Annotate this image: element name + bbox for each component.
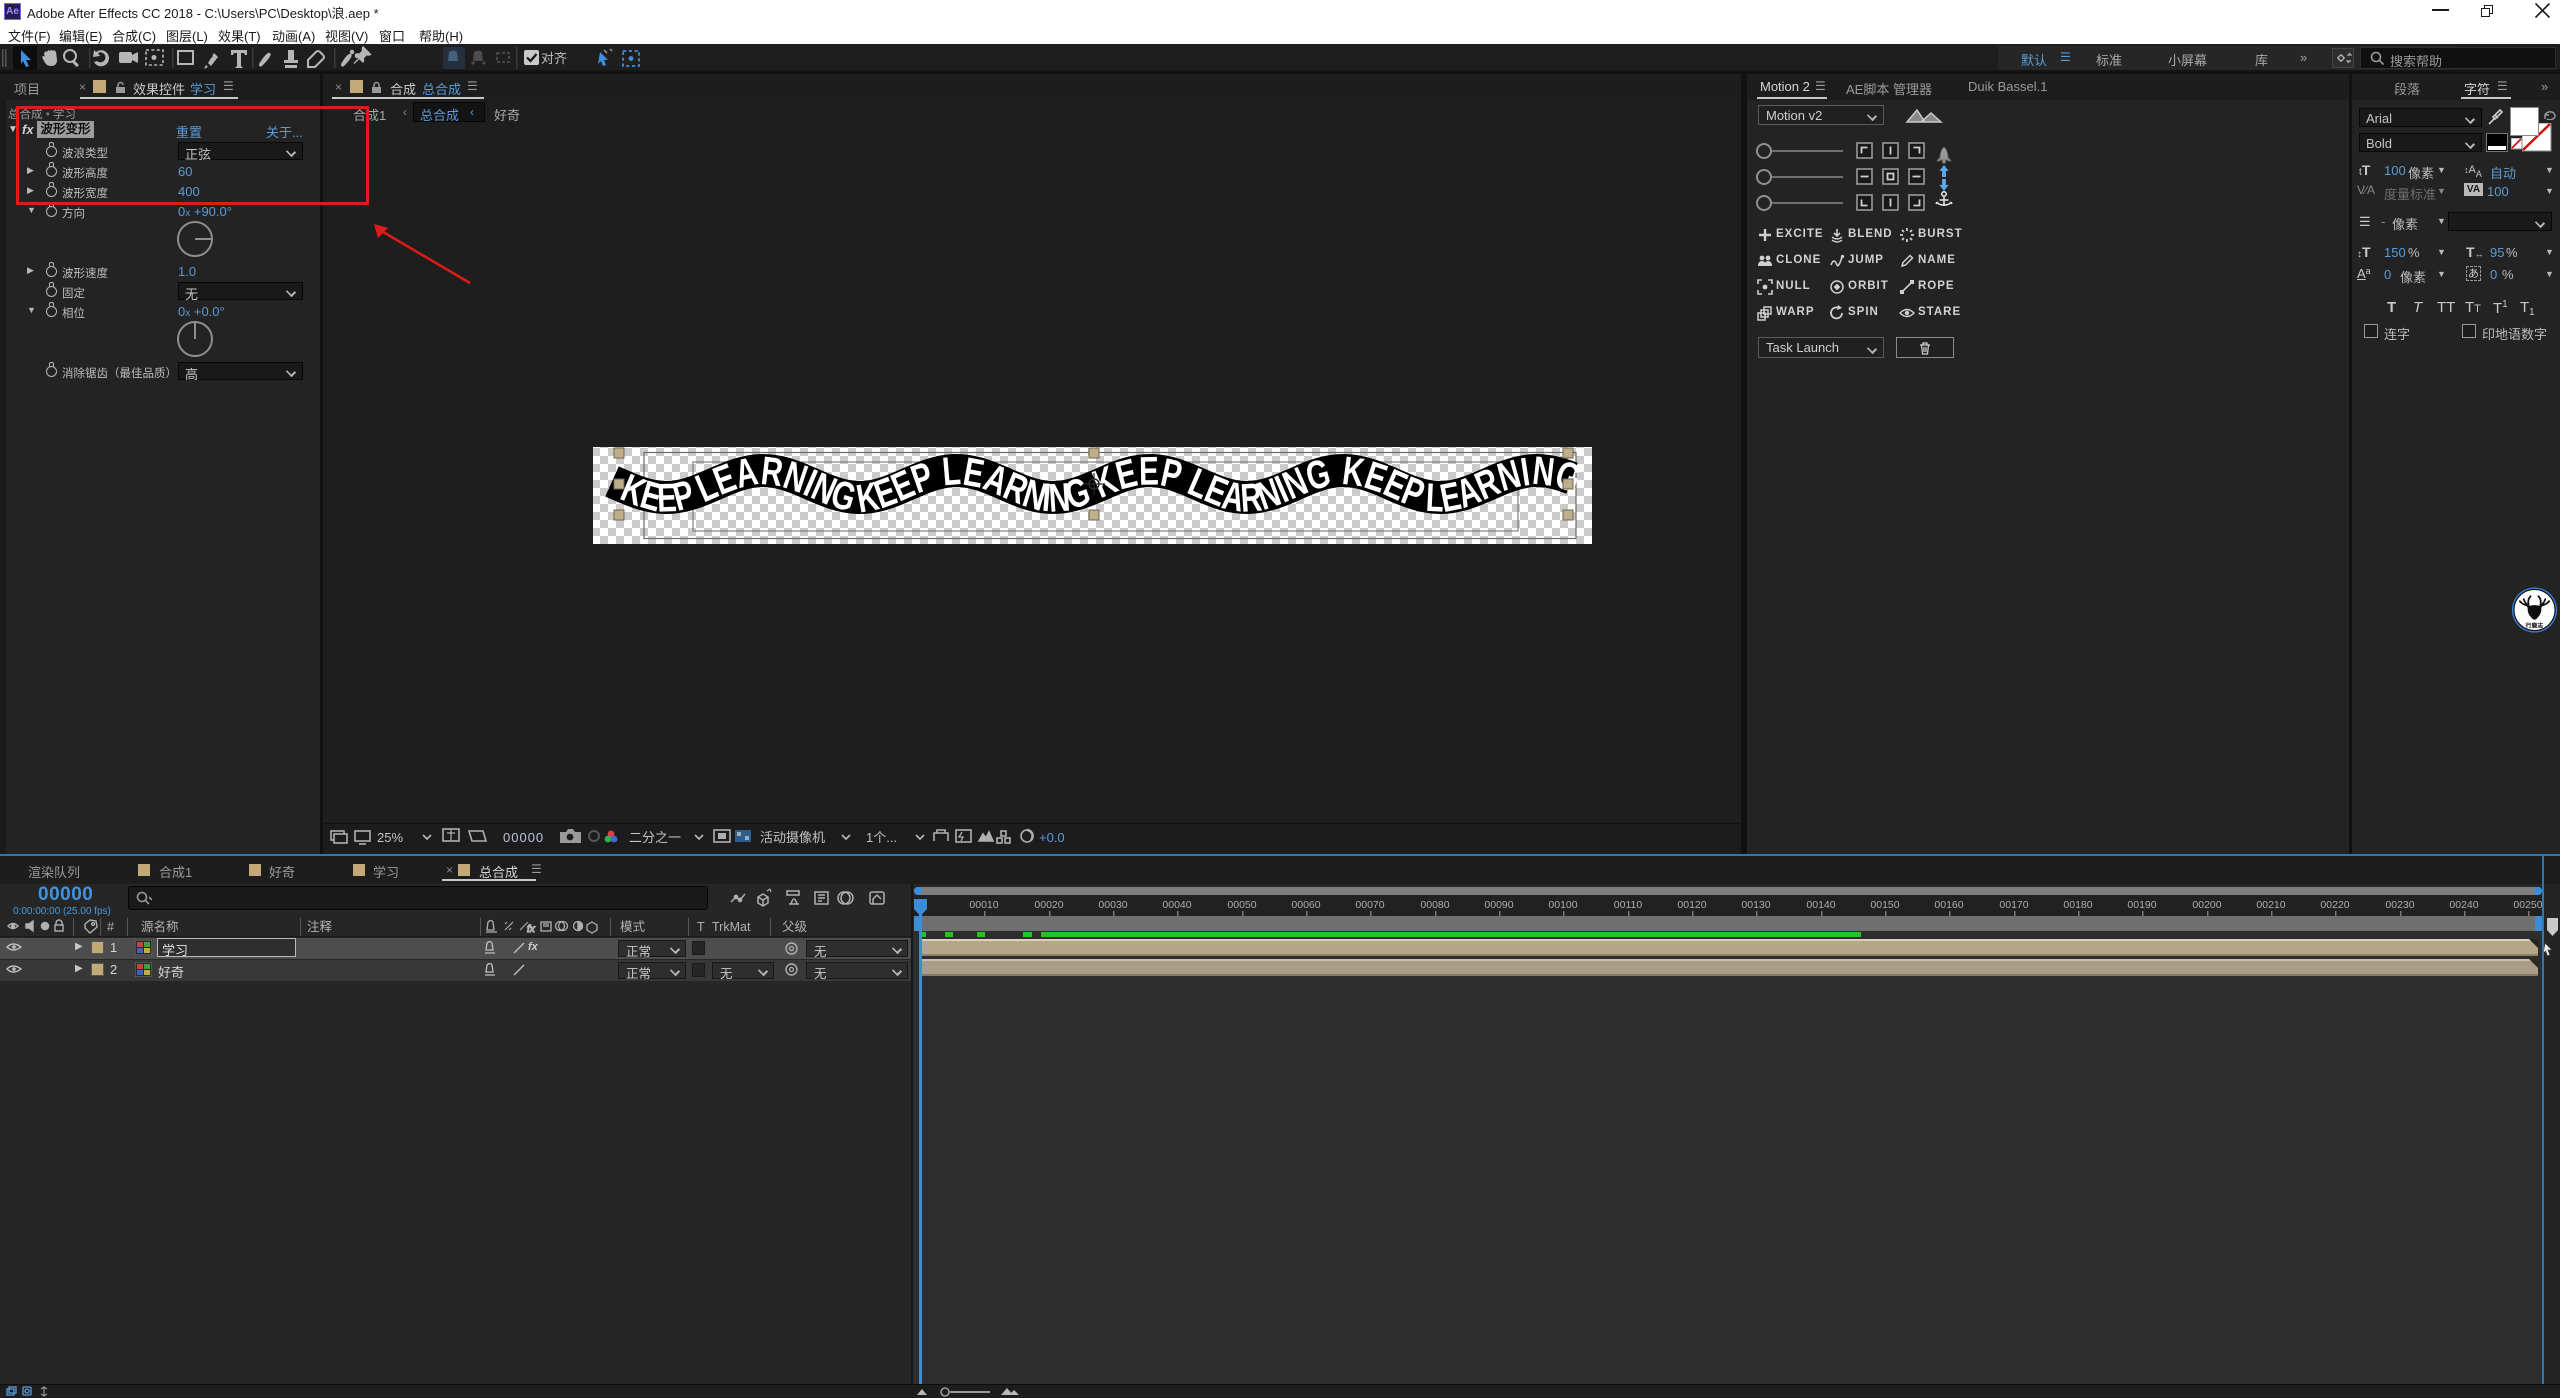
svg-text:1个...: 1个... [866,830,897,845]
svg-text:fx: fx [527,924,536,935]
svg-text:T: T [697,920,705,934]
svg-text:00040: 00040 [1162,899,1191,911]
svg-text:00110: 00110 [1614,899,1643,911]
svg-text:父级: 父级 [782,920,808,934]
svg-text:00150: 00150 [1870,899,1899,911]
svg-text:00240: 00240 [2449,899,2478,911]
svg-text:00100: 00100 [1548,899,1577,911]
svg-text:00020: 00020 [1034,899,1063,911]
svg-text:00120: 00120 [1677,899,1706,911]
svg-text:00000: 00000 [503,830,544,845]
svg-text:00140: 00140 [1806,899,1835,911]
svg-text:00190: 00190 [2127,899,2156,911]
svg-text:00060: 00060 [1291,899,1320,911]
svg-text:00030: 00030 [1098,899,1127,911]
svg-text:00210: 00210 [2256,899,2285,911]
svg-text:00160: 00160 [1934,899,1963,911]
svg-text:00080: 00080 [1420,899,1449,911]
svg-text:25%: 25% [377,830,403,845]
svg-text:00180: 00180 [2063,899,2092,911]
svg-text:00090: 00090 [1484,899,1513,911]
svg-text:+0.0: +0.0 [1039,830,1065,845]
svg-text:00010: 00010 [969,899,998,911]
svg-text:00170: 00170 [1999,899,2028,911]
svg-text:模式: 模式 [620,920,646,934]
svg-text:源名称: 源名称 [141,919,179,934]
svg-text:00200: 00200 [2192,899,2221,911]
svg-text:行鹿志: 行鹿志 [2525,622,2544,630]
svg-text:活动摄像机: 活动摄像机 [760,830,825,845]
svg-text:TrkMat: TrkMat [712,920,751,934]
svg-text:00230: 00230 [2385,899,2414,911]
svg-text:#: # [107,920,114,934]
svg-text:00220: 00220 [2320,899,2349,911]
svg-text:00130: 00130 [1741,899,1770,911]
svg-text:00050: 00050 [1227,899,1256,911]
svg-text:注释: 注释 [307,919,333,934]
svg-text:00070: 00070 [1355,899,1384,911]
svg-text:00250: 00250 [2513,899,2542,911]
svg-text:二分之一: 二分之一 [629,830,681,845]
svg-text:对齐: 对齐 [541,51,567,66]
